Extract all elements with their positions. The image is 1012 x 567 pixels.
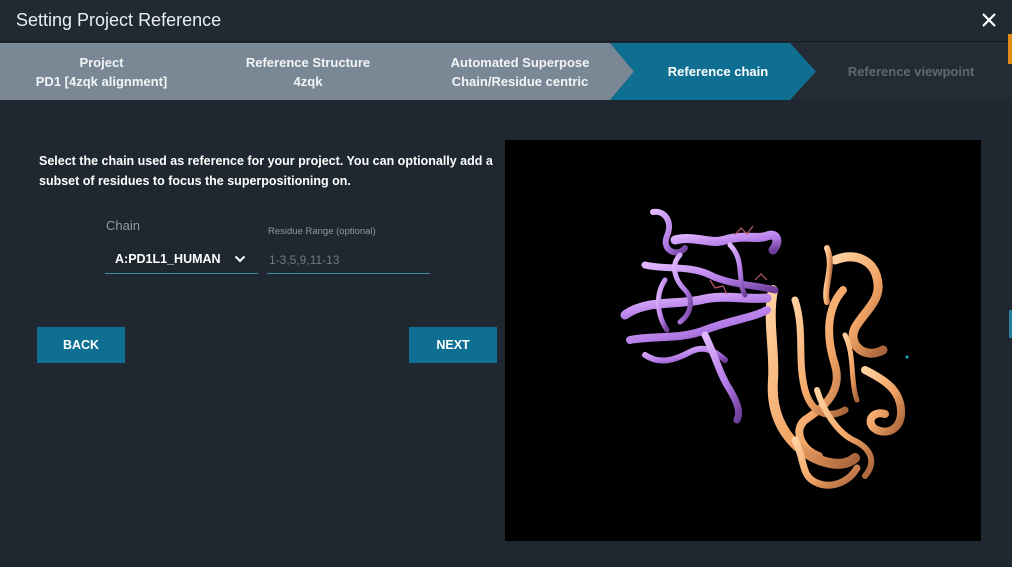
step-subtitle: PD1 [4zqk alignment] — [35, 73, 168, 89]
step-subtitle: 4zqk — [293, 73, 323, 89]
close-icon — [982, 13, 996, 27]
step-reference-structure[interactable]: Reference Structure 4zqk — [203, 43, 413, 100]
back-button[interactable]: BACK — [37, 327, 125, 363]
window-title: Setting Project Reference — [16, 10, 222, 30]
edge-accent — [1008, 34, 1012, 64]
close-button[interactable] — [978, 9, 1000, 31]
instructions-text: Select the chain used as reference for y… — [39, 154, 493, 188]
step-project[interactable]: Project PD1 [4zqk alignment] — [0, 43, 203, 100]
chain-b-ribbon — [765, 245, 905, 489]
chevron-down-icon — [234, 255, 246, 263]
step-automated-superpose[interactable]: Automated Superpose Chain/Residue centri… — [413, 43, 627, 100]
residue-range-label: Residue Range (optional) — [268, 226, 376, 237]
chain-select-value: A:PD1L1_HUMAN — [115, 252, 221, 266]
step-title: Automated Superpose — [450, 54, 590, 70]
title-bar: Setting Project Reference — [0, 0, 1012, 42]
chain-label: Chain — [106, 218, 140, 233]
step-reference-viewpoint[interactable]: Reference viewpoint — [810, 43, 1012, 100]
step-title: Reference viewpoint — [847, 64, 975, 79]
next-button[interactable]: NEXT — [409, 327, 497, 363]
step-title: Reference Structure — [245, 54, 371, 70]
protein-structure-render — [620, 208, 909, 489]
wizard-stepper: Project PD1 [4zqk alignment] Reference S… — [0, 43, 1012, 100]
step-reference-chain[interactable]: Reference chain — [630, 43, 806, 100]
step-title: Project — [79, 54, 124, 70]
chain-a-ribbon — [620, 208, 782, 424]
step-title: Reference chain — [667, 64, 769, 79]
residue-range-input[interactable] — [267, 246, 430, 274]
structure-viewer[interactable] — [505, 140, 981, 541]
chain-select[interactable]: A:PD1L1_HUMAN — [105, 246, 258, 274]
step-subtitle: Chain/Residue centric — [451, 73, 589, 89]
